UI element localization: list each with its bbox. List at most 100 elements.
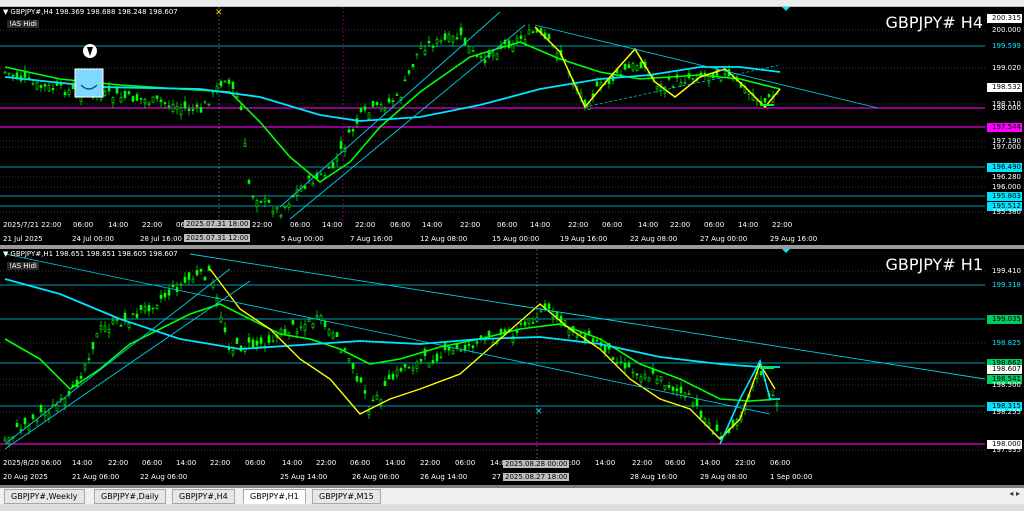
h4-candle-body: [371, 101, 375, 107]
h1-candle-body: [667, 385, 671, 388]
h4-time-label: 06:00: [497, 221, 518, 229]
h4-date-label: 12 Aug 08:00: [420, 235, 468, 243]
h1-time-label: 06:00: [245, 459, 266, 467]
h1-candle-body: [295, 331, 299, 334]
h4-indicator-label[interactable]: !AS Hidi: [7, 20, 39, 28]
h4-candle-body: [455, 37, 459, 40]
h1-candle-body: [171, 284, 175, 287]
h1-candle-body: [467, 343, 471, 346]
h1-indicator-label[interactable]: !AS Hidi: [7, 262, 39, 270]
h1-date-label: 26 Aug 06:00: [352, 473, 400, 481]
h1-candle-body: [79, 375, 83, 379]
h1-candle-body: [303, 324, 307, 331]
h1-time-label: 22:00: [632, 459, 653, 467]
chart-tab-daily[interactable]: GBPJPY#,Daily: [94, 489, 166, 504]
h1-candle-body: [291, 319, 295, 325]
h1-candle-body: [523, 321, 527, 326]
h1-candle-body: [139, 305, 143, 310]
h1-time-label: 06:00: [350, 459, 371, 467]
uptrend-line: [4, 280, 251, 450]
h1-candle-body: [107, 328, 111, 333]
h1-price-axis[interactable]: 199.410 199.318 199.035 198.825 198.662 198.6…: [986, 249, 1024, 485]
h1-candle-body: [655, 379, 659, 385]
h1-candle-body: [707, 422, 711, 427]
h4-candle-body: [35, 82, 39, 90]
chart-tab-m15[interactable]: GBPJPY#,M15: [312, 489, 381, 504]
chart-tab-h1[interactable]: GBPJPY#,H1: [243, 489, 306, 504]
tab-scroll-arrows-icon[interactable]: ◂ ▸: [1009, 489, 1020, 498]
h4-time-label: 14:00: [638, 221, 659, 229]
h1-candle-body: [639, 376, 643, 383]
h4-time-label: 22:00: [355, 221, 376, 229]
h4-candle-body: [467, 45, 471, 54]
h4-candle-body: [443, 33, 447, 40]
h1-candle-body: [527, 317, 531, 324]
h1-candle-body: [679, 386, 683, 394]
h1-candle-body: [591, 338, 595, 343]
h4-candle-body: [179, 107, 183, 115]
current-price-marker: [760, 104, 774, 106]
h4-price-axis[interactable]: 200.315 200.000 199.599 199.020 198.532 198.1…: [986, 7, 1024, 245]
h4-candle-body: [631, 63, 635, 71]
h1-candle-body: [251, 339, 255, 348]
h4-candle-body: [635, 65, 639, 71]
h4-candle-body: [723, 72, 727, 76]
h1-chart-panel[interactable]: ✕ ▼ GBPJPY#,H1 198.651 198.651 198.605 19…: [0, 249, 1024, 485]
h4-crosshair-time-box: 2025.07.31 18:00: [184, 220, 251, 228]
h1-candle-body: [575, 335, 579, 338]
h4-chart-canvas[interactable]: ✕: [0, 7, 1024, 245]
h1-date-label: 20 Aug 2025: [3, 473, 48, 481]
h4-candle-body: [683, 81, 687, 84]
h4-price-label: 199.020: [992, 64, 1021, 72]
h4-candle-body: [223, 80, 227, 83]
chart-tabs-bar[interactable]: GBPJPY#,Weekly GBPJPY#,Daily GBPJPY#,H4 GBP…: [0, 488, 1024, 504]
h4-candle-body: [447, 34, 451, 42]
h1-candle-body: [283, 329, 287, 335]
h4-candle-body: [523, 39, 527, 44]
h1-candle-body: [147, 305, 151, 312]
h4-time-label: 22:00: [568, 221, 589, 229]
h4-candle-body: [435, 39, 439, 44]
chart-menu-triangle-icon[interactable]: ▼: [3, 8, 8, 16]
h1-candle-body: [3, 438, 7, 442]
h4-price-label: 196.490: [987, 163, 1022, 172]
h1-candle-body: [487, 330, 491, 337]
h1-candle-body: [435, 353, 439, 362]
h1-candle-body: [399, 367, 403, 372]
h1-time-label: 06:00: [142, 459, 163, 467]
h4-price-label: 200.000: [992, 26, 1021, 34]
chart-tab-weekly[interactable]: GBPJPY#,Weekly: [4, 489, 85, 504]
h4-date-label: 15 Aug 00:00: [492, 235, 540, 243]
h4-candle-body: [479, 56, 483, 58]
h4-candle-body: [47, 85, 51, 92]
h4-candle-body: [363, 106, 367, 111]
h1-candle-body: [695, 399, 699, 406]
h1-chart-canvas[interactable]: ✕: [0, 249, 1024, 485]
h4-candle-body: [495, 53, 499, 60]
h1-candle-body: [659, 376, 663, 381]
h4-candle-body: [119, 97, 123, 103]
h1-candle-body: [135, 313, 139, 318]
h4-candle-body: [707, 75, 711, 83]
h1-candle-body: [547, 303, 551, 310]
h4-candle-body: [367, 112, 371, 120]
chart-menu-triangle-icon[interactable]: ▼: [3, 250, 8, 258]
h1-time-label: 14:00: [176, 459, 197, 467]
h4-candle-body: [431, 45, 435, 48]
h4-candle-body: [671, 85, 675, 88]
h4-time-axis: 2025/7/21 22:00 06:00 14:00 22:00 06:00 14:00…: [0, 221, 985, 243]
h1-candle-body: [455, 343, 459, 349]
chart-tab-h4[interactable]: GBPJPY#,H4: [172, 489, 235, 504]
h1-candle-body: [151, 307, 155, 310]
h1-price-label: 198.825: [992, 339, 1021, 347]
menu-bar[interactable]: [0, 0, 1024, 7]
h1-candle-body: [567, 329, 571, 336]
h4-time-label: 22:00: [460, 221, 481, 229]
fast-moving-average-line: [4, 41, 781, 183]
h1-candle-body: [235, 337, 239, 344]
h1-candle-body: [207, 265, 211, 271]
h4-candle-body: [419, 45, 423, 50]
h4-chart-panel[interactable]: ✕ ▼ GBPJPY#,H4 198.369 198.688 198.248 19…: [0, 7, 1024, 245]
h1-time-label: 14:00: [385, 459, 406, 467]
h4-candle-body: [491, 52, 495, 57]
